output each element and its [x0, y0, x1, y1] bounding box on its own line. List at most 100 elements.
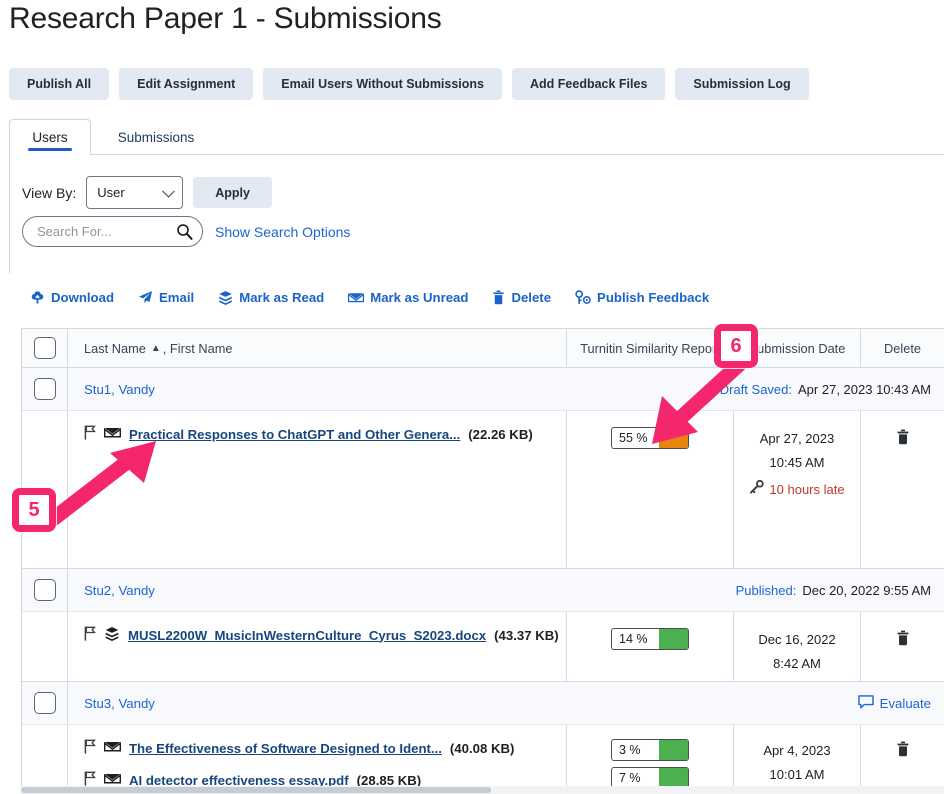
mark-as-read-action[interactable]: Mark as Read [218, 290, 324, 305]
view-by-select[interactable]: User [86, 176, 183, 209]
email-users-without-submissions-button[interactable]: Email Users Without Submissions [263, 68, 502, 100]
similarity-chip[interactable]: 3 % [611, 739, 689, 761]
delete-submission-icon[interactable] [896, 630, 910, 681]
submission-date-cell: Apr 4, 2023 10:01 AM [733, 725, 860, 794]
file-list-cell: Practical Responses to ChatGPT and Other… [68, 411, 566, 568]
evaluate-link[interactable]: Evaluate [880, 696, 931, 711]
file-link[interactable]: Practical Responses to ChatGPT and Other… [129, 427, 460, 442]
search-box[interactable] [22, 216, 203, 247]
user-status-cell: Published: Dec 20, 2022 9:55 AM [448, 569, 944, 611]
select-all-checkbox[interactable] [34, 337, 56, 359]
add-feedback-files-button[interactable]: Add Feedback Files [512, 68, 665, 100]
similarity-chip[interactable]: 14 % [611, 628, 689, 650]
mark-as-unread-icon[interactable] [104, 426, 121, 442]
delete-cell [860, 411, 944, 568]
user-name-cell: Stu1, Vandy [68, 368, 448, 410]
tab-users[interactable]: Users [9, 119, 91, 155]
file-select-cell [22, 612, 68, 681]
scrollbar-thumb[interactable] [21, 787, 491, 793]
search-input[interactable] [35, 223, 172, 240]
callout-6-number: 6 [730, 335, 741, 358]
tab-strip: Users Submissions [9, 119, 944, 155]
user-status-value: Dec 20, 2022 9:55 AM [802, 583, 931, 598]
delete-submission-icon[interactable] [896, 429, 910, 568]
search-icon[interactable] [176, 223, 193, 245]
file-link[interactable]: The Effectiveness of Software Designed t… [129, 741, 442, 756]
col-header-similarity: Turnitin Similarity Report [566, 329, 733, 367]
flag-icon[interactable] [84, 739, 96, 757]
late-text: 10 hours late [769, 480, 844, 500]
tab-submissions[interactable]: Submissions [101, 119, 211, 155]
delete-label: Delete [511, 290, 551, 305]
file-size: (40.08 KB) [450, 741, 515, 756]
file-list-cell: MUSL2200W_MusicInWesternCulture_Cyrus_S2… [68, 612, 566, 681]
user-header-row: Stu3, Vandy Evaluate [22, 682, 944, 725]
submission-date-line-2: 8:42 AM [773, 654, 821, 674]
submission-date-line-2: 10:01 AM [770, 765, 825, 785]
delete-cell [860, 612, 944, 681]
user-header-row: Stu1, Vandy Draft Saved: Apr 27, 2023 10… [22, 368, 944, 411]
trash-icon [492, 290, 505, 305]
sort-ascending-icon: ▲ [151, 343, 161, 354]
show-search-options-link[interactable]: Show Search Options [215, 224, 350, 240]
similarity-chip[interactable]: 55 % [611, 427, 689, 449]
file-entry: The Effectiveness of Software Designed t… [84, 739, 566, 757]
file-entry: MUSL2200W_MusicInWesternCulture_Cyrus_S2… [84, 626, 566, 644]
mark-as-unread-icon [348, 290, 364, 305]
row-select-cell [22, 368, 68, 410]
user-status-value: Apr 27, 2023 10:43 AM [798, 382, 931, 397]
col-header-first-name: , First Name [163, 341, 233, 356]
download-label: Download [51, 290, 114, 305]
download-icon [30, 290, 45, 305]
email-action[interactable]: Email [138, 290, 194, 305]
publish-feedback-action[interactable]: Publish Feedback [575, 290, 709, 305]
submission-log-button[interactable]: Submission Log [675, 68, 808, 100]
late-status: 10 hours late [749, 480, 844, 500]
user-name-cell: Stu2, Vandy [68, 569, 448, 611]
apply-button[interactable]: Apply [193, 177, 272, 208]
download-action[interactable]: Download [30, 290, 114, 305]
flag-icon[interactable] [84, 626, 96, 644]
mark-as-read-label: Mark as Read [239, 290, 324, 305]
search-row: Show Search Options [22, 216, 350, 247]
row-checkbox[interactable] [34, 579, 56, 601]
edit-assignment-button[interactable]: Edit Assignment [119, 68, 253, 100]
publish-all-button[interactable]: Publish All [9, 68, 109, 100]
mark-as-unread-action[interactable]: Mark as Unread [348, 290, 468, 305]
mark-as-unread-icon[interactable] [104, 740, 121, 756]
table-header-row: Last Name ▲ , First Name Turnitin Simila… [22, 329, 944, 368]
row-checkbox[interactable] [34, 378, 56, 400]
flag-icon[interactable] [84, 425, 96, 443]
delete-action[interactable]: Delete [492, 290, 551, 305]
callout-5-number: 5 [28, 499, 39, 522]
row-checkbox[interactable] [34, 692, 56, 714]
user-name-link[interactable]: Stu2, Vandy [84, 583, 155, 598]
submissions-table: Last Name ▲ , First Name Turnitin Simila… [21, 328, 944, 794]
user-status-cell: Evaluate [448, 682, 944, 724]
user-name-link[interactable]: Stu1, Vandy [84, 382, 155, 397]
similarity-fill [659, 629, 688, 649]
view-by-selected-value: User [97, 185, 124, 200]
user-name-cell: Stu3, Vandy [68, 682, 448, 724]
send-email-icon [138, 290, 153, 305]
user-status-label: Draft Saved: [720, 382, 792, 397]
file-link[interactable]: MUSL2200W_MusicInWesternCulture_Cyrus_S2… [128, 628, 486, 643]
mark-as-read-icon[interactable] [104, 626, 120, 644]
submission-row: MUSL2200W_MusicInWesternCulture_Cyrus_S2… [22, 612, 944, 682]
horizontal-scrollbar[interactable] [21, 786, 944, 794]
email-label: Email [159, 290, 194, 305]
row-select-cell [22, 682, 68, 724]
user-status-label: Published: [736, 583, 797, 598]
bulk-action-bar: Download Email Mark as Read Mark as Unre… [30, 290, 709, 305]
user-name-link[interactable]: Stu3, Vandy [84, 696, 155, 711]
submission-date-line-1: Apr 4, 2023 [763, 741, 830, 761]
file-size: (43.37 KB) [494, 628, 559, 643]
evaluate-icon[interactable] [858, 695, 874, 712]
chevron-down-icon [162, 184, 175, 197]
callout-badge-6: 6 [714, 324, 758, 368]
similarity-percent: 3 % [612, 743, 659, 757]
file-size: (22.26 KB) [468, 427, 533, 442]
mark-as-unread-label: Mark as Unread [370, 290, 468, 305]
col-header-name[interactable]: Last Name ▲ , First Name [68, 329, 566, 367]
view-by-label: View By: [22, 185, 76, 201]
